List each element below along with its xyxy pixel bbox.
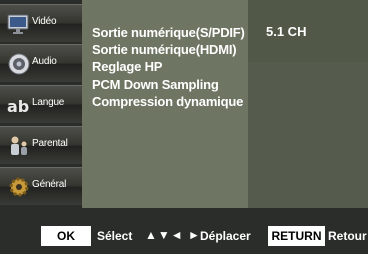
sidebar-item-parental[interactable]: Parental bbox=[0, 126, 82, 164]
sidebar-item-video[interactable]: Vidéo bbox=[0, 4, 82, 42]
sidebar-item-language[interactable]: ab Langue bbox=[0, 85, 82, 123]
selected-value[interactable]: 5.1 CH bbox=[266, 24, 306, 39]
sidebar-item-label: Parental bbox=[32, 138, 68, 149]
sidebar-item-label: Général bbox=[32, 179, 67, 190]
menu-item-pcm-down-sampling[interactable]: PCM Down Sampling bbox=[92, 77, 219, 92]
menu-item-hdmi-output[interactable]: Sortie numérique(HDMI) bbox=[92, 42, 237, 57]
navigation-arrows-icon: ▲▼◄ ► bbox=[145, 228, 201, 242]
select-hint: Sélect bbox=[97, 229, 133, 243]
settings-screen: Vidéo Audio ab Langue Parental Général S… bbox=[0, 0, 368, 254]
return-button[interactable]: RETURN bbox=[268, 226, 325, 246]
sidebar-item-general[interactable]: Général bbox=[0, 167, 82, 205]
back-hint: Retour bbox=[328, 229, 367, 243]
speaker-icon bbox=[7, 52, 31, 76]
abc-icon: ab bbox=[7, 93, 31, 117]
move-hint: Déplacer bbox=[200, 229, 251, 243]
menu-item-speaker-setup[interactable]: Reglage HP bbox=[92, 59, 162, 74]
menu-item-spdif-output[interactable]: Sortie numérique(S/PDIF) bbox=[92, 25, 245, 40]
sidebar-item-label: Audio bbox=[32, 56, 57, 67]
ok-button[interactable]: OK bbox=[41, 226, 91, 246]
sidebar-item-label: Vidéo bbox=[32, 16, 57, 27]
settings-sidebar: Vidéo Audio ab Langue Parental Général bbox=[0, 0, 82, 208]
monitor-icon bbox=[7, 12, 31, 36]
sidebar-item-label: Langue bbox=[32, 97, 65, 108]
help-bar: OK Sélect ▲▼◄ ► Déplacer RETURN Retour bbox=[0, 208, 368, 254]
menu-item-dynamic-compression[interactable]: Compression dynamique bbox=[92, 94, 243, 109]
svg-text:ab: ab bbox=[7, 97, 29, 116]
sidebar-item-audio[interactable]: Audio bbox=[0, 44, 82, 82]
family-icon bbox=[7, 134, 31, 158]
gear-icon bbox=[7, 175, 31, 199]
